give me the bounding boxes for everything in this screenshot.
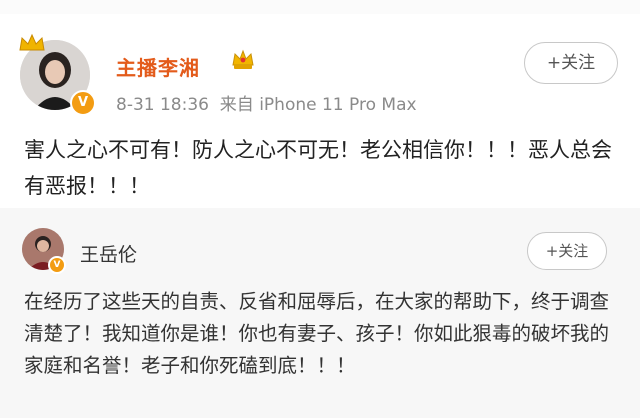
crown-icon <box>19 33 45 51</box>
verified-icon: V <box>70 90 96 116</box>
follow-button[interactable]: +关注 <box>527 232 607 270</box>
follow-button[interactable]: +关注 <box>524 42 618 84</box>
post-date: 8-31 18:36 <box>116 95 209 115</box>
author-name[interactable]: 王岳伦 <box>80 240 137 267</box>
post-source[interactable]: 来自 iPhone 11 Pro Max <box>220 95 417 115</box>
post-meta: 8-31 18:36 来自 iPhone 11 Pro Max <box>116 90 417 115</box>
post-text: 在经历了这些天的自责、反省和屈辱后，在大家的帮助下，终于调查清楚了！我知道你是谁… <box>24 290 610 377</box>
top-strip <box>0 0 640 15</box>
vip-crown-icon <box>232 49 254 69</box>
author-name[interactable]: 主播李湘 <box>116 52 200 81</box>
verified-icon: V <box>48 256 66 274</box>
post-text: 害人之心不可有！防人之心不可无！老公相信你！！！恶人总会有恶报！！！ <box>24 138 612 198</box>
